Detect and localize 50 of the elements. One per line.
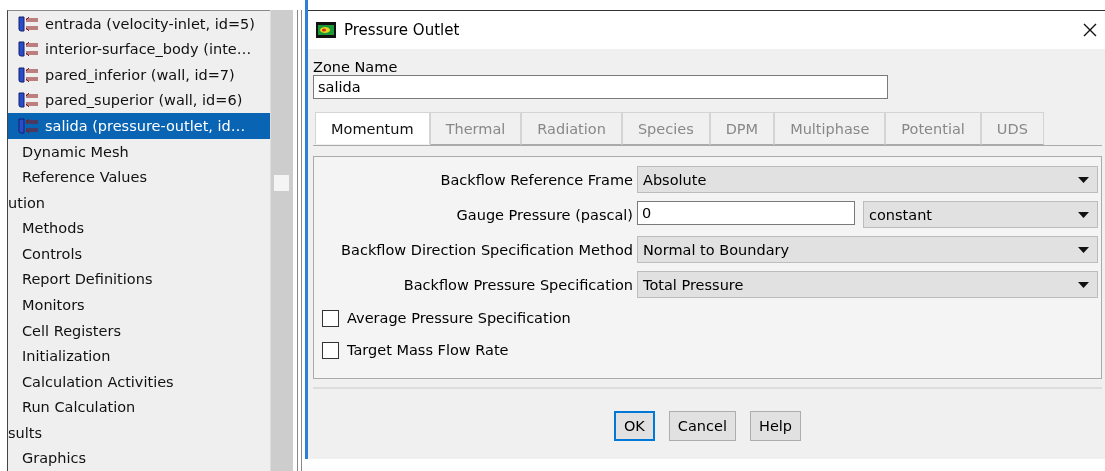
field-label: Backflow Reference Frame xyxy=(439,171,634,188)
field-label: Gauge Pressure (pascal) xyxy=(455,206,634,223)
tree-item[interactable]: Graphics xyxy=(8,445,270,471)
app-icon xyxy=(316,22,336,38)
tree-item[interactable]: salida (pressure-outlet, id… xyxy=(8,113,270,139)
dropdown-caret-icon xyxy=(1078,281,1089,288)
boundary-zone-icon xyxy=(17,14,41,33)
tree-item[interactable]: Methods xyxy=(8,215,270,242)
dropdown-caret-icon xyxy=(1078,246,1089,253)
field-label: Backflow Direction Specification Method xyxy=(340,241,634,258)
tree-item[interactable]: entrada (velocity-inlet, id=5) xyxy=(8,11,270,37)
tree-item[interactable]: pared_inferior (wall, id=7) xyxy=(8,62,270,88)
boundary-zone-icon xyxy=(17,117,41,136)
checkbox[interactable] xyxy=(322,341,339,359)
scrollbar[interactable] xyxy=(270,10,293,471)
zone-name-label: Zone Name xyxy=(313,59,399,75)
tree-item[interactable]: Report Definitions xyxy=(8,266,270,293)
tree-item[interactable]: Dynamic Mesh xyxy=(8,138,270,165)
tree-item[interactable]: Cell Registers xyxy=(8,317,270,344)
tree-item[interactable]: sults xyxy=(8,420,270,446)
tree-item[interactable]: Run Calculation xyxy=(8,394,270,420)
dropdown[interactable]: Normal to Boundary xyxy=(637,236,1098,263)
input-field[interactable]: 0 xyxy=(637,201,855,225)
tree-item[interactable]: Calculation Activities xyxy=(8,368,270,395)
tree-item[interactable]: interior-surface_body (inte… xyxy=(8,36,270,63)
dialog-button[interactable]: Cancel xyxy=(668,411,736,441)
dropdown-caret-icon xyxy=(1078,176,1089,183)
tab[interactable]: Momentum xyxy=(315,112,430,144)
tree-item[interactable]: pared_superior (wall, id=6) xyxy=(8,87,270,114)
checkbox-label: Average Pressure Specification xyxy=(347,310,571,326)
window-title: Pressure Outlet xyxy=(344,21,461,39)
tree-item[interactable]: Initialization xyxy=(8,343,270,369)
dialog-button[interactable]: Help xyxy=(750,411,802,441)
close-icon[interactable] xyxy=(1083,23,1097,37)
zone-name-field[interactable]: salida xyxy=(313,75,888,99)
tree-item[interactable]: Monitors xyxy=(8,292,270,318)
boundary-zone-icon xyxy=(17,65,41,84)
field-label: Backflow Pressure Specification xyxy=(402,276,634,293)
tree-item[interactable]: ution xyxy=(8,189,270,216)
dialog-button[interactable]: OK xyxy=(613,411,655,441)
tree-item[interactable]: Controls xyxy=(8,241,270,267)
dropdown[interactable]: Absolute xyxy=(637,166,1098,193)
checkbox-label: Target Mass Flow Rate xyxy=(347,342,509,358)
checkbox[interactable] xyxy=(322,309,339,327)
boundary-zone-icon xyxy=(17,40,41,59)
dropdown[interactable]: Total Pressure xyxy=(637,271,1098,298)
dropdown[interactable]: constant xyxy=(863,201,1098,228)
dropdown-caret-icon xyxy=(1078,211,1089,218)
tree-item[interactable]: Reference Values xyxy=(8,164,270,190)
boundary-zone-icon xyxy=(17,91,41,110)
